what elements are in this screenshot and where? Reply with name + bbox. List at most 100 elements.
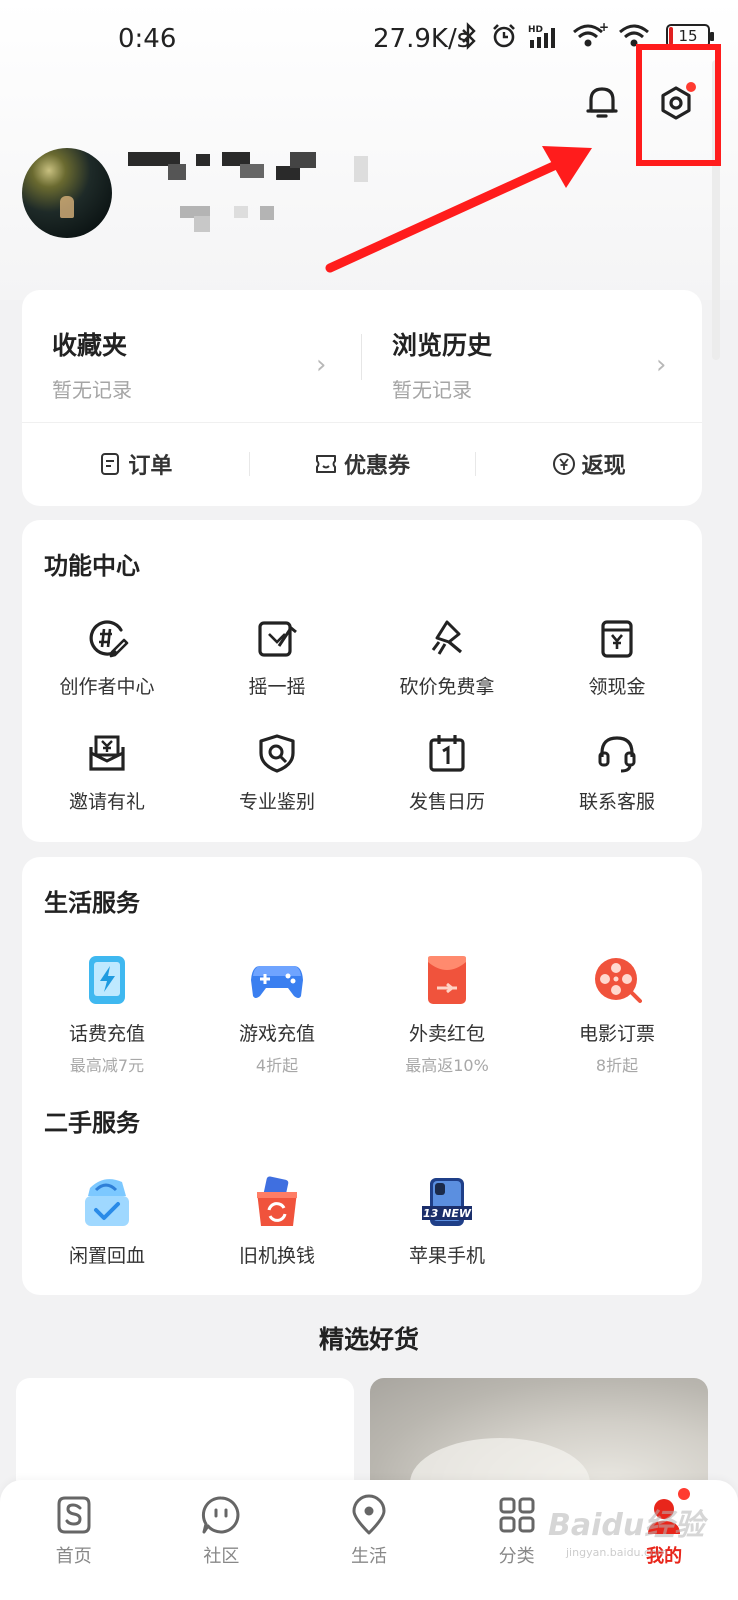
customer-service-item[interactable]: 联系客服 [532, 731, 702, 814]
movie-ticket-label: 电影订票 [578, 1023, 655, 1045]
invite-icon [89, 735, 125, 771]
nav-community-label: 社区 [203, 1546, 240, 1567]
orders-label: 订单 [128, 454, 173, 479]
signal-hd-icon: HD [528, 25, 555, 48]
nav-me-dot [678, 1488, 691, 1500]
phone-recharge-icon [89, 956, 125, 1004]
watermark-url: jingyan.baidu.com [566, 1546, 668, 1559]
history-status: 暂无记录 [392, 378, 472, 402]
shake-icon [258, 621, 297, 657]
trade-in-icon [257, 1176, 297, 1226]
creator-icon [89, 620, 129, 658]
bargain-item[interactable]: 砍价免费拿 [362, 616, 532, 699]
status-time: 0:46 [118, 24, 177, 54]
food-delivery-promo: 最高返10% [405, 1056, 489, 1075]
watermark: Baidu经验 [548, 1508, 705, 1543]
svg-text:HD: HD [528, 25, 543, 35]
category-icon [499, 1497, 535, 1533]
iphone-badge: 13 NEW [423, 1207, 472, 1220]
nav-community[interactable]: 社区 [148, 1480, 296, 1600]
invite-label: 邀请有礼 [68, 791, 145, 813]
release-calendar-label: 发售日历 [408, 791, 485, 813]
bluetooth-icon [462, 22, 476, 50]
cashback-link[interactable]: 返现 [475, 422, 702, 506]
notification-bell-button[interactable] [580, 80, 624, 124]
red-envelope-icon [428, 956, 466, 1004]
bargain-label: 砍价免费拿 [399, 676, 495, 698]
favorites-entry[interactable]: 收藏夹 暂无记录 [52, 326, 132, 403]
iphone-item[interactable]: 13 NEW 苹果手机 [362, 1175, 532, 1268]
favorites-status: 暂无记录 [52, 378, 132, 402]
phone-recharge-item[interactable]: 话费充值 最高减7元 [22, 953, 192, 1076]
life-services-title: 生活服务 [44, 889, 140, 917]
authenticate-label: 专业鉴别 [238, 791, 315, 813]
bargain-icon [431, 620, 463, 655]
game-recharge-promo: 4折起 [255, 1056, 299, 1075]
function-center-title: 功能中心 [44, 552, 140, 580]
order-icon [101, 453, 120, 475]
coupons-link[interactable]: 优惠券 [248, 422, 476, 506]
network-speed: 27.9K/s [373, 24, 471, 54]
movie-ticket-item[interactable]: 电影订票 8折起 [532, 953, 702, 1076]
featured-title: 精选好货 [318, 1325, 419, 1354]
creator-center-item[interactable]: 创作者中心 [22, 616, 192, 699]
wifi-plus-icon: + [573, 22, 608, 47]
battery-level: 15 [678, 27, 698, 45]
life-services-grid: 话费充值 最高减7元 游戏充值 4折起 外卖红包 最高返10% 电影订票 8折起 [22, 953, 702, 1076]
chevron-right-icon: › [316, 350, 327, 380]
authenticate-item[interactable]: 专业鉴别 [192, 731, 362, 814]
phone-recharge-promo: 最高减7元 [69, 1056, 145, 1075]
food-delivery-label: 外卖红包 [408, 1023, 485, 1045]
gamepad-icon [251, 966, 303, 998]
second-hand-grid: 闲置回血 旧机换钱 13 NEW 苹果手机 [22, 1175, 702, 1268]
annotation-highlight-box [636, 44, 721, 166]
orders-link[interactable]: 订单 [22, 422, 249, 506]
trade-in-label: 旧机换钱 [238, 1245, 315, 1267]
status-bar: 0:46 27.9K/s HD + 15 [0, 0, 738, 80]
nav-life-label: 生活 [350, 1546, 387, 1567]
trade-in-item[interactable]: 旧机换钱 [192, 1175, 362, 1268]
shake-label: 摇一摇 [248, 676, 306, 698]
cash-icon [601, 620, 633, 658]
idle-resale-icon [85, 1179, 129, 1226]
nav-life[interactable]: 生活 [295, 1480, 443, 1600]
creator-center-label: 创作者中心 [59, 676, 155, 698]
favorites-title: 收藏夹 [52, 331, 128, 360]
invite-item[interactable]: 邀请有礼 [22, 731, 192, 814]
svg-text:+: + [599, 22, 608, 34]
nav-home[interactable]: 首页 [0, 1480, 148, 1600]
release-calendar-item[interactable]: 发售日历 [362, 731, 532, 814]
history-entry[interactable]: 浏览历史 暂无记录 [392, 326, 492, 403]
phone-recharge-label: 话费充值 [68, 1023, 145, 1045]
second-hand-title: 二手服务 [44, 1109, 140, 1137]
idle-resale-item[interactable]: 闲置回血 [22, 1175, 192, 1268]
home-icon [57, 1496, 91, 1534]
nav-home-label: 首页 [55, 1546, 92, 1567]
customer-service-label: 联系客服 [578, 791, 655, 813]
headset-icon [598, 736, 636, 773]
food-delivery-item[interactable]: 外卖红包 最高返10% [362, 953, 532, 1076]
function-center-card: 功能中心 创作者中心 摇一摇 砍价免费拿 领现金 邀请有礼 专业鉴别 发售日历 [22, 520, 702, 842]
coupon-icon [316, 455, 336, 473]
nav-category-label: 分类 [498, 1546, 535, 1567]
bell-icon [586, 87, 618, 118]
cash-label: 领现金 [588, 676, 646, 698]
quick-links: 订单 优惠券 返现 [22, 422, 702, 506]
iphone-icon: 13 NEW [422, 1178, 472, 1226]
shake-item[interactable]: 摇一摇 [192, 616, 362, 699]
game-recharge-label: 游戏充值 [238, 1023, 315, 1045]
authenticate-icon [259, 734, 295, 773]
movie-ticket-promo: 8折起 [595, 1056, 639, 1075]
game-recharge-item[interactable]: 游戏充值 4折起 [192, 953, 362, 1076]
coupons-label: 优惠券 [344, 454, 411, 479]
function-grid: 创作者中心 摇一摇 砍价免费拿 领现金 邀请有礼 专业鉴别 发售日历 联系客服 [22, 616, 702, 814]
cash-item[interactable]: 领现金 [532, 616, 702, 699]
avatar[interactable] [22, 148, 112, 238]
divider [361, 334, 362, 380]
calendar-icon [429, 735, 465, 772]
cashback-icon [552, 453, 575, 475]
alarm-icon [493, 24, 515, 48]
cashback-label: 返现 [581, 454, 626, 479]
life-services-card: 生活服务 话费充值 最高减7元 游戏充值 4折起 外卖红包 最高返10% 电影订… [22, 857, 702, 1295]
community-icon [202, 1496, 240, 1534]
